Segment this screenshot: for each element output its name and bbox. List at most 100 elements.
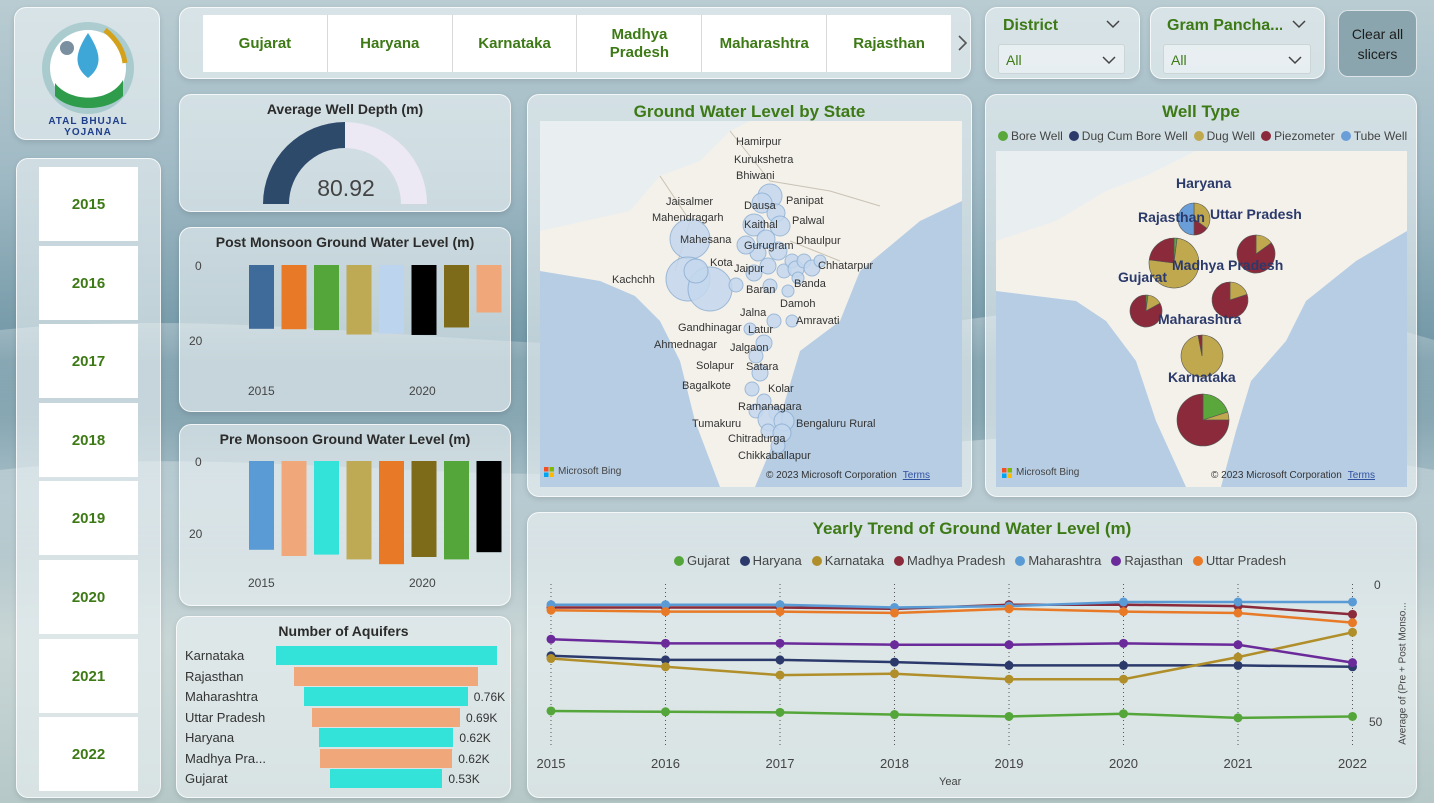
series-point [775, 670, 785, 680]
legend-item[interactable]: Bore Well [998, 129, 1063, 143]
district-label: District [1003, 17, 1059, 34]
well-type-copyright: © 2023 Microsoft Corporation Terms [1211, 470, 1375, 481]
legend-item[interactable]: Dug Cum Bore Well [1068, 129, 1188, 143]
state-button-gujarat[interactable]: Gujarat [203, 15, 328, 72]
legend-dot-icon [739, 555, 750, 566]
well-type-title: Well Type [1162, 102, 1240, 121]
year-button-2015[interactable]: 2015 [39, 167, 138, 241]
post-monsoon-title: Post Monsoon Ground Water Level (m) [215, 234, 475, 250]
series-point [890, 669, 899, 679]
aquifer-bar[interactable] [311, 707, 461, 727]
x-tick-label: 2016 [651, 756, 680, 771]
map-place-label: Jaisalmer [666, 196, 714, 208]
map-place-label: Palwal [792, 215, 825, 227]
year-button-2021[interactable]: 2021 [39, 639, 138, 713]
series-point [1233, 608, 1243, 618]
pie-state-label: Haryana [1176, 175, 1232, 191]
year-button-2017[interactable]: 2017 [39, 324, 138, 398]
legend-item[interactable]: Haryana [739, 553, 802, 568]
aquifer-bar[interactable] [318, 728, 454, 747]
series-point [1233, 640, 1243, 650]
year-button-2020[interactable]: 2020 [39, 560, 138, 634]
legend-dot-icon [674, 555, 684, 566]
pie-state-label: Rajasthan [1138, 209, 1205, 225]
series-point [546, 605, 556, 615]
series-point [1119, 660, 1128, 670]
legend-dot-icon [1193, 131, 1204, 141]
legend-item[interactable]: Maharashtra [1015, 553, 1101, 568]
gw-map-copyright-text: © 2023 Microsoft Corporation [766, 470, 897, 481]
state-button-karnataka[interactable]: Karnataka [452, 15, 578, 72]
series-point [1004, 674, 1014, 684]
legend-label: Maharashtra [1028, 553, 1102, 568]
series-point [1119, 607, 1128, 617]
map-place-label: Chhatarpur [818, 260, 874, 272]
legend-item[interactable]: Karnataka [811, 553, 885, 568]
well-type-map[interactable]: Haryana Rajasthan Uttar Pradesh Gujarat Madh… [996, 151, 1407, 487]
series-point [890, 657, 899, 667]
gram-panchayat-value: All [1171, 52, 1187, 68]
map-place-label: Kolar [768, 383, 794, 395]
aquifer-bar[interactable] [294, 666, 478, 686]
gw-map-terms-link[interactable]: Terms [903, 470, 930, 481]
year-button-2016[interactable]: 2016 [39, 246, 138, 320]
clear-slicers-button[interactable]: Clear all slicers [1338, 10, 1417, 77]
map-place-label: Banda [794, 278, 826, 290]
pie-state-label: Gujarat [1118, 269, 1168, 285]
year-button-2018[interactable]: 2018 [39, 403, 138, 477]
x-tick-label: 2015 [537, 756, 566, 771]
legend-item[interactable]: Tube Well [1340, 129, 1407, 143]
state-button-madhya-pradesh[interactable]: Madhya Pradesh [577, 15, 703, 72]
chevron-down-icon[interactable] [1288, 55, 1302, 65]
gw-map[interactable]: Hamirpur Kurukshetra Bhiwani Jaisalmer Dausa… [540, 121, 962, 487]
district-value: All [1006, 52, 1022, 68]
aquifer-bar[interactable] [304, 687, 468, 706]
legend-item[interactable]: Piezometer [1261, 129, 1335, 143]
aquifer-bar[interactable] [319, 748, 453, 768]
aquifer-bar[interactable] [275, 646, 497, 665]
state-button-haryana[interactable]: Haryana [327, 15, 453, 72]
legend-dot-icon [1261, 131, 1272, 141]
map-place-label: Latur [748, 324, 774, 336]
trend-ytick-0: 0 [1374, 578, 1381, 592]
state-button-maharashtra[interactable]: Maharashtra [702, 15, 828, 72]
post-monsoon-bars [249, 265, 502, 335]
legend-label: Karnataka [824, 553, 885, 568]
series-point [661, 662, 670, 672]
series-point [1119, 709, 1128, 719]
legend-item[interactable]: Gujarat [674, 553, 730, 568]
series-point [1004, 604, 1014, 614]
well-type-attribution: Microsoft Bing [1002, 467, 1079, 478]
map-place-label: Amravati [796, 315, 840, 327]
legend-item[interactable]: Uttar Pradesh [1192, 553, 1286, 568]
map-place-label: Mahesana [680, 234, 732, 246]
series-point [1119, 597, 1128, 607]
bar-2022 [476, 461, 502, 553]
series-point [775, 655, 785, 665]
series-point [546, 654, 556, 664]
state-button-rajasthan[interactable]: Rajasthan [827, 15, 951, 72]
year-button-2019[interactable]: 2019 [39, 481, 138, 555]
bar-2015 [249, 461, 274, 550]
chevron-right-icon[interactable] [956, 34, 968, 52]
post-monsoon-xtick-2015: 2015 [248, 384, 275, 398]
series-point [1233, 652, 1243, 662]
aquifers-title: Number of Aquifers [278, 623, 409, 639]
series-line-uttar-pradesh [550, 607, 1353, 624]
legend-item[interactable]: Madhya Pradesh [894, 553, 1005, 568]
well-type-terms-link[interactable]: Terms [1348, 470, 1375, 481]
aquifer-name: Gujarat [185, 771, 228, 786]
aquifer-bar[interactable] [329, 769, 443, 788]
map-place-label: Gurugram [744, 240, 794, 252]
legend-item[interactable]: Rajasthan [1111, 553, 1183, 568]
map-place-label: Satara [746, 361, 779, 373]
aquifer-name: Maharashtra [185, 689, 258, 704]
legend-item[interactable]: Dug Well [1193, 129, 1255, 143]
series-point [1004, 711, 1014, 721]
bar-2017 [314, 461, 339, 555]
year-button-2022[interactable]: 2022 [39, 717, 138, 791]
map-bubble [781, 284, 795, 298]
series-point [775, 707, 785, 717]
series-point [775, 607, 785, 617]
chevron-down-icon[interactable] [1102, 55, 1116, 65]
